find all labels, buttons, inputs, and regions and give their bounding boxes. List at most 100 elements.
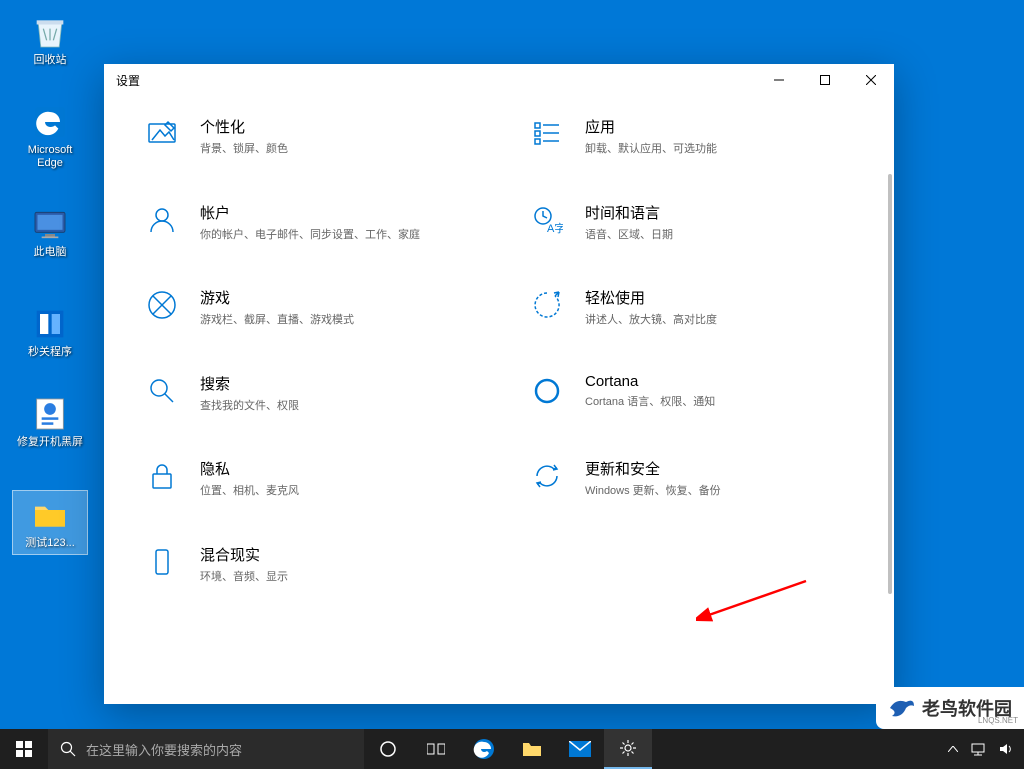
category-title: 搜索	[200, 373, 299, 394]
category-desc: 环境、音频、显示	[200, 569, 288, 586]
scrollbar-thumb[interactable]	[888, 174, 892, 594]
app-icon	[30, 304, 70, 344]
tray-chevron[interactable]	[942, 729, 964, 769]
folder-icon	[30, 495, 70, 535]
network-icon	[970, 742, 986, 756]
edge-icon	[473, 738, 495, 760]
category-desc: 你的帐户、电子邮件、同步设置、工作、家庭	[200, 227, 420, 244]
tray-network[interactable]	[964, 729, 992, 769]
chevron-up-icon	[948, 746, 958, 752]
category-title: 应用	[585, 116, 717, 137]
folder-icon	[522, 741, 542, 757]
svg-text:A字: A字	[547, 221, 563, 235]
category-title: 个性化	[200, 116, 288, 137]
icon-label: 测试123...	[25, 537, 75, 550]
category-desc: Windows 更新、恢复、备份	[585, 483, 721, 500]
desktop-icon-recycle-bin[interactable]: 回收站	[12, 8, 88, 71]
desktop-icon-this-pc[interactable]: 此电脑	[12, 200, 88, 263]
cortana-icon	[379, 740, 397, 758]
category-desc: 查找我的文件、权限	[200, 398, 299, 415]
category-desc: 语音、区域、日期	[585, 227, 673, 244]
bird-icon	[888, 696, 916, 720]
category-accounts[interactable]: 帐户你的帐户、电子邮件、同步设置、工作、家庭	[144, 202, 469, 244]
window-controls	[756, 64, 894, 96]
icon-label: 回收站	[34, 54, 67, 67]
taskbar-search[interactable]: 在这里输入你要搜索的内容	[48, 729, 364, 769]
category-personalization[interactable]: 个性化背景、锁屏、颜色	[144, 116, 469, 158]
scrollbar[interactable]	[888, 104, 892, 664]
category-privacy[interactable]: 隐私位置、相机、麦克风	[144, 458, 469, 500]
category-title: 更新和安全	[585, 458, 721, 479]
fix-icon	[30, 394, 70, 434]
category-desc: 讲述人、放大镜、高对比度	[585, 312, 717, 329]
windows-icon	[16, 741, 32, 757]
gaming-icon	[144, 287, 180, 323]
tray-volume[interactable]	[992, 729, 1020, 769]
desktop-icon-test-folder[interactable]: 测试123...	[12, 490, 88, 555]
close-button[interactable]	[848, 64, 894, 96]
category-gaming[interactable]: 游戏游戏栏、截屏、直播、游戏模式	[144, 287, 469, 329]
task-view-icon	[427, 742, 445, 756]
search-icon	[144, 373, 180, 409]
settings-content[interactable]: 个性化背景、锁屏、颜色 应用卸载、默认应用、可选功能 帐户你的帐户、电子邮件、同…	[104, 96, 894, 704]
gear-icon	[619, 739, 637, 757]
ease-of-access-icon	[529, 287, 565, 323]
category-time-language[interactable]: A字 时间和语言语音、区域、日期	[529, 202, 854, 244]
category-title: 隐私	[200, 458, 299, 479]
maximize-button[interactable]	[802, 64, 848, 96]
category-update-security[interactable]: 更新和安全 Windows 更新、恢复、备份	[529, 458, 854, 500]
window-title: 设置	[116, 72, 140, 89]
privacy-icon	[144, 458, 180, 494]
category-desc: 游戏栏、截屏、直播、游戏模式	[200, 312, 354, 329]
recycle-bin-icon	[30, 12, 70, 52]
accounts-icon	[144, 202, 180, 238]
icon-label: Microsoft Edge	[16, 144, 84, 170]
category-title: 轻松使用	[585, 287, 717, 308]
category-title: 帐户	[200, 202, 420, 223]
task-icons	[364, 729, 652, 769]
apps-icon	[529, 116, 565, 152]
icon-label: 此电脑	[34, 246, 67, 259]
category-search[interactable]: 搜索查找我的文件、权限	[144, 373, 469, 415]
category-ease-of-access[interactable]: 轻松使用讲述人、放大镜、高对比度	[529, 287, 854, 329]
mixed-reality-icon	[144, 544, 180, 580]
cortana-icon	[529, 373, 565, 409]
icon-label: 秒关程序	[28, 346, 72, 359]
category-title: 时间和语言	[585, 202, 673, 223]
category-title: 混合现实	[200, 544, 288, 565]
category-title: Cortana	[585, 373, 715, 390]
icon-label: 修复开机黑屏	[17, 436, 83, 449]
computer-icon	[30, 204, 70, 244]
category-desc: 位置、相机、麦克风	[200, 483, 299, 500]
mail-taskbar[interactable]	[556, 729, 604, 769]
desktop-icon-edge[interactable]: Microsoft Edge	[12, 98, 88, 174]
search-placeholder: 在这里输入你要搜索的内容	[86, 740, 242, 759]
update-security-icon	[529, 458, 565, 494]
category-desc: Cortana 语言、权限、通知	[585, 394, 715, 411]
category-grid: 个性化背景、锁屏、颜色 应用卸载、默认应用、可选功能 帐户你的帐户、电子邮件、同…	[144, 116, 854, 585]
settings-window: 设置 个性化背景、锁屏、颜色 应用卸载、默认应用、可选功能 帐户你的帐户、电子邮…	[104, 64, 894, 704]
desktop-icon-seconds-close[interactable]: 秒关程序	[12, 300, 88, 363]
personalization-icon	[144, 116, 180, 152]
category-cortana[interactable]: Cortana Cortana 语言、权限、通知	[529, 373, 854, 415]
settings-taskbar[interactable]	[604, 729, 652, 769]
edge-icon	[30, 102, 70, 142]
edge-taskbar[interactable]	[460, 729, 508, 769]
category-title: 游戏	[200, 287, 354, 308]
desktop-icon-fix-boot[interactable]: 修复开机黑屏	[12, 390, 88, 453]
search-icon	[60, 741, 76, 757]
system-tray	[942, 729, 1024, 769]
watermark-sub: LNQS.NET	[978, 716, 1018, 725]
file-explorer-taskbar[interactable]	[508, 729, 556, 769]
category-apps[interactable]: 应用卸载、默认应用、可选功能	[529, 116, 854, 158]
volume-icon	[998, 742, 1014, 756]
titlebar[interactable]: 设置	[104, 64, 894, 96]
minimize-button[interactable]	[756, 64, 802, 96]
start-button[interactable]	[0, 729, 48, 769]
category-mixed-reality[interactable]: 混合现实环境、音频、显示	[144, 544, 469, 586]
task-view-button[interactable]	[412, 729, 460, 769]
mail-icon	[569, 741, 591, 757]
time-language-icon: A字	[529, 202, 565, 238]
category-desc: 背景、锁屏、颜色	[200, 141, 288, 158]
cortana-button[interactable]	[364, 729, 412, 769]
